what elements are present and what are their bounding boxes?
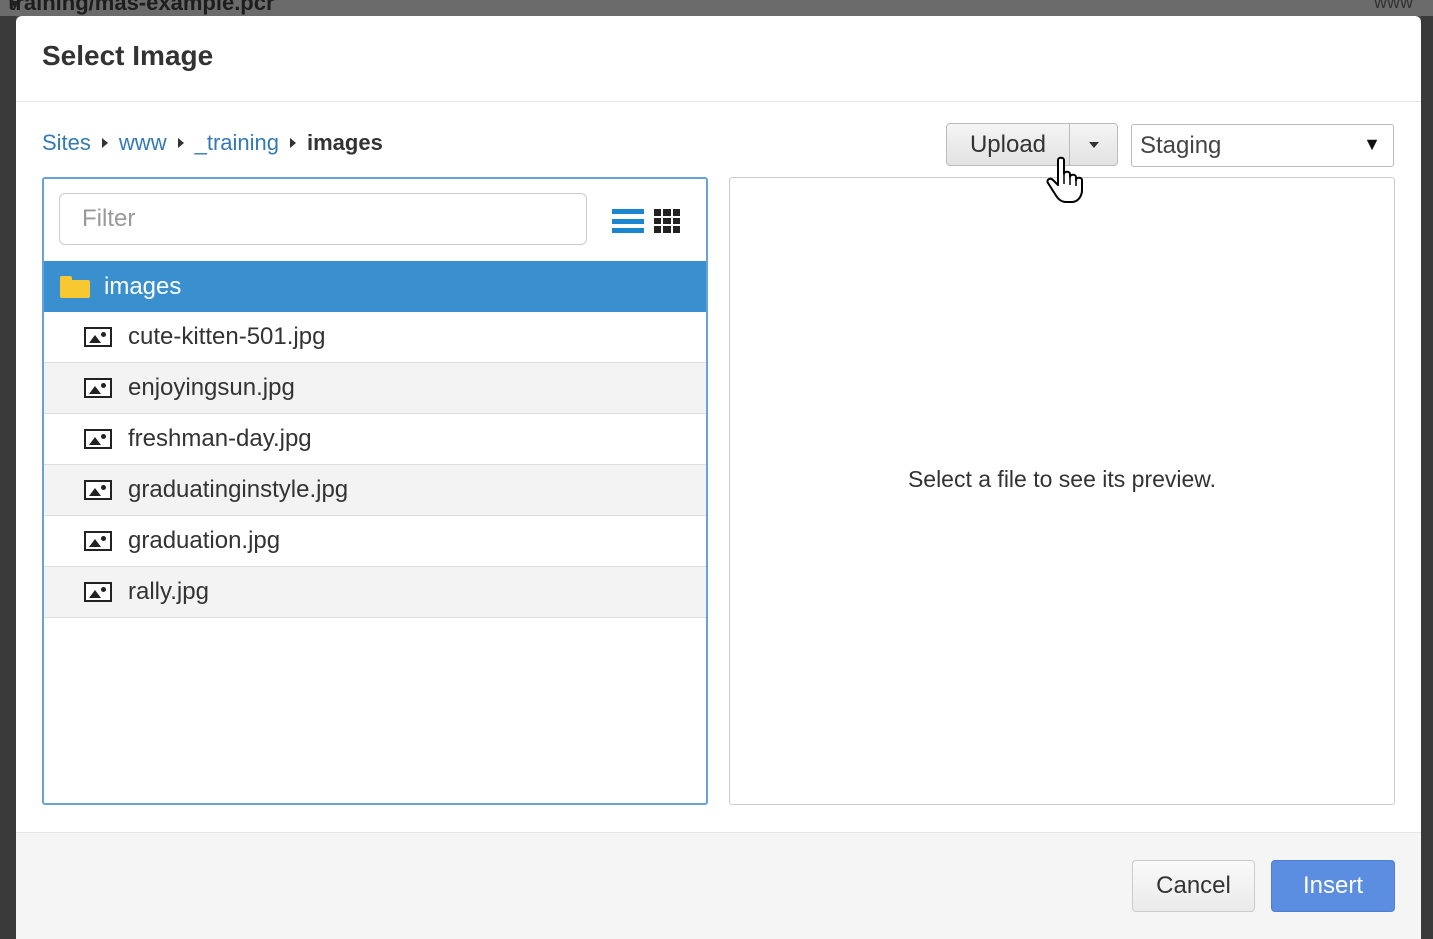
- environment-select[interactable]: Staging ▼: [1131, 124, 1394, 167]
- breadcrumb-training[interactable]: _training: [195, 130, 279, 156]
- folder-row-images[interactable]: images: [44, 261, 706, 312]
- image-file-icon: [84, 480, 112, 500]
- backdrop-page-header: training/mas-example.pcr ▼ www: [0, 0, 1433, 16]
- breadcrumb-separator-icon: [101, 138, 108, 148]
- file-label: enjoyingsun.jpg: [128, 374, 295, 401]
- file-row[interactable]: graduation.jpg: [44, 516, 706, 567]
- file-row[interactable]: rally.jpg: [44, 567, 706, 618]
- image-file-icon: [84, 531, 112, 551]
- file-label: cute-kitten-501.jpg: [128, 323, 326, 350]
- view-toggle: [612, 209, 680, 233]
- caret-down-icon: [1088, 141, 1099, 148]
- grid-view-icon[interactable]: [654, 209, 680, 233]
- dialog-header: Select Image: [16, 16, 1421, 102]
- file-label: freshman-day.jpg: [128, 425, 312, 452]
- file-label: graduation.jpg: [128, 527, 281, 554]
- filter-input[interactable]: [59, 193, 587, 245]
- file-row[interactable]: freshman-day.jpg: [44, 414, 706, 465]
- breadcrumb: Sites www _training images: [42, 130, 383, 156]
- file-row[interactable]: graduatinginstyle.jpg: [44, 465, 706, 516]
- image-file-icon: [84, 327, 112, 347]
- preview-empty-text: Select a file to see its preview.: [907, 466, 1217, 492]
- breadcrumb-sites[interactable]: Sites: [42, 130, 91, 156]
- preview-panel: Select a file to see its preview.: [729, 177, 1395, 805]
- dialog-footer: Cancel Insert: [16, 832, 1421, 939]
- file-label: rally.jpg: [128, 578, 209, 605]
- backdrop-dropdown-arrow-icon: ▼: [8, 0, 22, 12]
- backdrop-left: [0, 16, 16, 939]
- folder-label: images: [104, 272, 182, 300]
- select-image-dialog: Select Image Sites www _training images …: [16, 16, 1421, 939]
- breadcrumb-www[interactable]: www: [119, 130, 167, 156]
- dialog-title: Select Image: [42, 40, 214, 71]
- image-file-icon: [84, 582, 112, 602]
- breadcrumb-current: images: [306, 130, 383, 155]
- file-row[interactable]: enjoyingsun.jpg: [44, 363, 706, 414]
- file-browser-panel: images cute-kitten-501.jpg enjoyingsun.j…: [42, 177, 708, 805]
- list-view-icon[interactable]: [612, 209, 644, 233]
- insert-button[interactable]: Insert: [1271, 860, 1395, 912]
- backdrop-right: [1421, 16, 1433, 939]
- environment-select-value: Staging: [1140, 132, 1222, 159]
- cancel-button[interactable]: Cancel: [1132, 860, 1255, 912]
- upload-button-group: Upload: [946, 123, 1118, 166]
- backdrop-site-text: www: [1374, 0, 1413, 12]
- hand-cursor-icon: [1046, 156, 1083, 203]
- dropdown-arrow-icon: ▼: [1363, 134, 1381, 154]
- folder-icon: [60, 275, 90, 298]
- image-file-icon: [84, 429, 112, 449]
- breadcrumb-separator-icon: [289, 138, 296, 148]
- image-file-icon: [84, 378, 112, 398]
- file-row[interactable]: cute-kitten-501.jpg: [44, 312, 706, 363]
- breadcrumb-separator-icon: [177, 138, 184, 148]
- file-label: graduatinginstyle.jpg: [128, 476, 349, 503]
- file-list: images cute-kitten-501.jpg enjoyingsun.j…: [44, 261, 706, 618]
